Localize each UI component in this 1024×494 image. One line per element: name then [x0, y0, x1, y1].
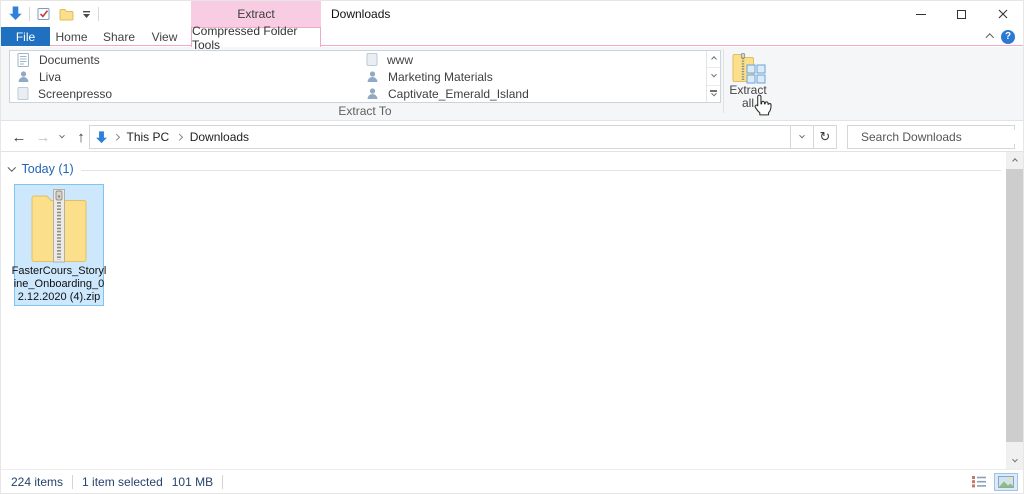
file-explorer-window: Extract Downloads File Home Share View C…: [0, 0, 1024, 494]
status-total-items: 224 items: [11, 474, 64, 489]
zip-folder-icon: [31, 189, 87, 263]
forward-icon[interactable]: →: [31, 129, 55, 146]
maximize-icon: [957, 9, 966, 19]
collapse-ribbon-icon[interactable]: [985, 30, 994, 44]
title-bar: Extract Downloads: [1, 1, 1023, 27]
minimize-button[interactable]: [900, 1, 941, 27]
user-icon: [367, 88, 378, 99]
group-collapse-icon: [7, 163, 16, 172]
file-icon: [17, 87, 29, 100]
contextual-tab-header-label: Extract: [237, 7, 275, 21]
group-header-today[interactable]: Today (1): [7, 162, 74, 176]
scrollbar-thumb[interactable]: [1006, 169, 1023, 442]
separator: [98, 7, 99, 21]
navigation-buttons: ← → ↑: [7, 122, 93, 152]
tab-share[interactable]: Share: [97, 27, 141, 46]
quick-access-toolbar: [8, 1, 99, 27]
status-bar: 224 items 1 item selected 101 MB: [1, 469, 1023, 493]
extract-to-group-label: Extract To: [338, 104, 392, 118]
extract-to-gallery: Documents Liva Screenpresso www Marketin…: [9, 50, 721, 103]
crumb-separator-icon: [176, 133, 183, 141]
group-divider: [81, 170, 1001, 171]
file-icon: [366, 53, 378, 66]
gallery-scroll-up-icon[interactable]: [707, 51, 720, 67]
extract-to-item-documents[interactable]: Documents: [10, 51, 359, 68]
extract-to-item-captivate-emerald-island[interactable]: Captivate_Emerald_Island: [359, 85, 707, 102]
user-icon: [18, 71, 29, 82]
crumb-separator-icon: [113, 133, 120, 141]
gallery-scroll-controls: [706, 51, 720, 102]
status-selected: 1 item selected: [82, 474, 163, 489]
close-icon: [998, 9, 1007, 19]
large-icons-view-icon: [998, 475, 1014, 488]
address-bar: ← → ↑ This PC Downloads ↻: [1, 122, 1023, 152]
hand-cursor: [752, 93, 772, 120]
help-icon[interactable]: ?: [1001, 29, 1015, 44]
maximize-button[interactable]: [941, 1, 982, 27]
tab-compressed-folder-tools[interactable]: Compressed Folder Tools: [191, 24, 321, 52]
vertical-scrollbar[interactable]: [1006, 152, 1023, 469]
refresh-icon[interactable]: ↻: [813, 126, 836, 148]
new-folder-icon[interactable]: [58, 4, 75, 24]
customize-quick-access-dropdown-icon[interactable]: [81, 4, 92, 24]
scroll-up-icon[interactable]: [1006, 152, 1023, 169]
status-size: 101 MB: [171, 474, 214, 489]
tab-view[interactable]: View: [142, 27, 187, 46]
gallery-scroll-down-icon[interactable]: [707, 67, 720, 84]
scroll-down-icon[interactable]: [1006, 452, 1023, 469]
extract-all-icon: [732, 53, 765, 84]
back-icon[interactable]: ←: [7, 129, 31, 146]
breadcrumb: This PC Downloads: [90, 126, 790, 148]
search-box[interactable]: [847, 125, 1016, 149]
details-view-icon: [972, 476, 986, 488]
extract-to-item-www[interactable]: www: [359, 51, 707, 68]
ribbon-separator: [723, 49, 724, 113]
downloads-window-icon: [8, 5, 23, 24]
extract-to-item-screenpresso[interactable]: Screenpresso: [10, 85, 359, 102]
close-button[interactable]: [982, 1, 1023, 27]
recent-locations-icon[interactable]: [55, 132, 69, 139]
extract-to-item-marketing-materials[interactable]: Marketing Materials: [359, 68, 707, 85]
breadcrumb-downloads[interactable]: Downloads: [188, 130, 251, 144]
large-icons-view-button[interactable]: [994, 472, 1018, 491]
file-list-area: Today (1) FasterCours_Storyl ine_Onboard…: [1, 152, 1023, 469]
properties-checkbox-icon[interactable]: [36, 4, 52, 24]
gallery-more-icon[interactable]: [707, 84, 720, 102]
group-header-label: Today (1): [21, 162, 74, 176]
address-dropdown-icon[interactable]: [790, 126, 813, 148]
window-title: Downloads: [331, 7, 391, 21]
breadcrumb-this-pc[interactable]: This PC: [125, 130, 172, 144]
tab-home[interactable]: Home: [50, 27, 93, 46]
downloads-crumb-icon: [96, 131, 107, 144]
user-icon: [367, 71, 378, 82]
file-item-zip[interactable]: FasterCours_Storyl ine_Onboarding_0 2.12…: [11, 184, 107, 306]
address-box[interactable]: This PC Downloads ↻: [89, 125, 837, 149]
file-name: FasterCours_Storyl ine_Onboarding_0 2.12…: [11, 265, 107, 303]
minimize-icon: [915, 13, 926, 15]
search-input[interactable]: [861, 130, 1016, 144]
document-icon: [17, 52, 29, 67]
extract-to-item-liva[interactable]: Liva: [10, 68, 359, 85]
window-controls: [900, 1, 1023, 27]
ribbon-tab-row: File Home Share View Compressed Folder T…: [1, 24, 1023, 52]
ribbon: Documents Liva Screenpresso www Marketin…: [1, 47, 1023, 121]
tab-file[interactable]: File: [1, 27, 50, 46]
separator: [29, 7, 30, 21]
details-view-button[interactable]: [967, 472, 991, 491]
